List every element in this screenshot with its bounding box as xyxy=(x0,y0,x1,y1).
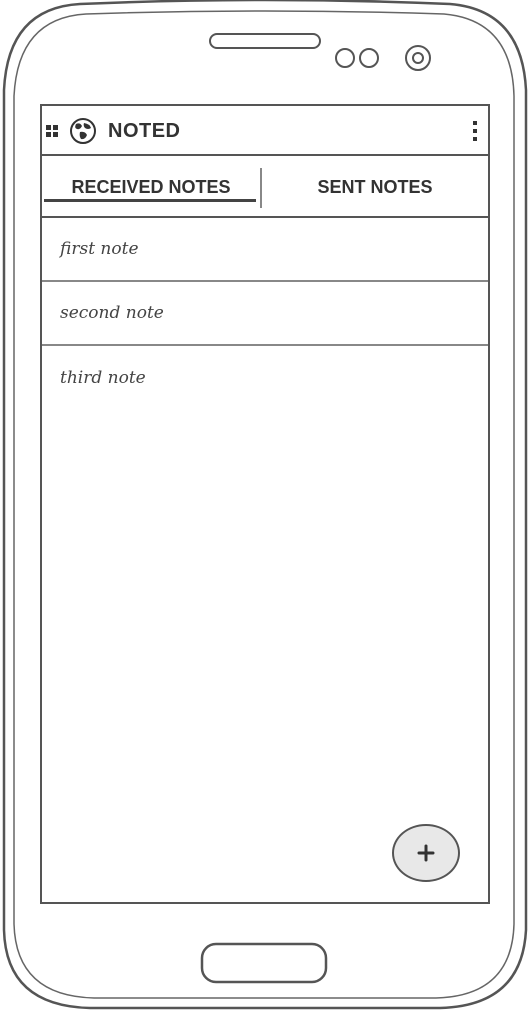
tab-received-notes[interactable]: RECEIVED NOTES xyxy=(42,158,260,216)
grid-icon[interactable] xyxy=(46,124,60,138)
plus-icon xyxy=(417,844,435,862)
note-item-third[interactable]: third note xyxy=(42,346,488,410)
sensor-icon xyxy=(335,48,355,68)
speaker-grille xyxy=(209,33,321,49)
overflow-menu-icon[interactable] xyxy=(470,120,480,142)
active-tab-indicator xyxy=(44,199,256,202)
app-title: NOTED xyxy=(108,120,181,142)
globe-icon xyxy=(70,118,96,144)
note-item-first[interactable]: first note xyxy=(42,218,488,282)
note-item-second[interactable]: second note xyxy=(42,282,488,346)
add-note-button[interactable] xyxy=(392,824,460,882)
tab-sent-notes[interactable]: SENT NOTES xyxy=(262,158,488,216)
app-screen: NOTED RECEIVED NOTES SENT NOTES first no… xyxy=(40,104,490,904)
tab-bar: RECEIVED NOTES SENT NOTES xyxy=(42,158,488,218)
home-button xyxy=(200,942,328,984)
app-bar: NOTED xyxy=(42,106,488,156)
sensor-icon xyxy=(359,48,379,68)
notes-list: first note second note third note xyxy=(42,218,488,410)
